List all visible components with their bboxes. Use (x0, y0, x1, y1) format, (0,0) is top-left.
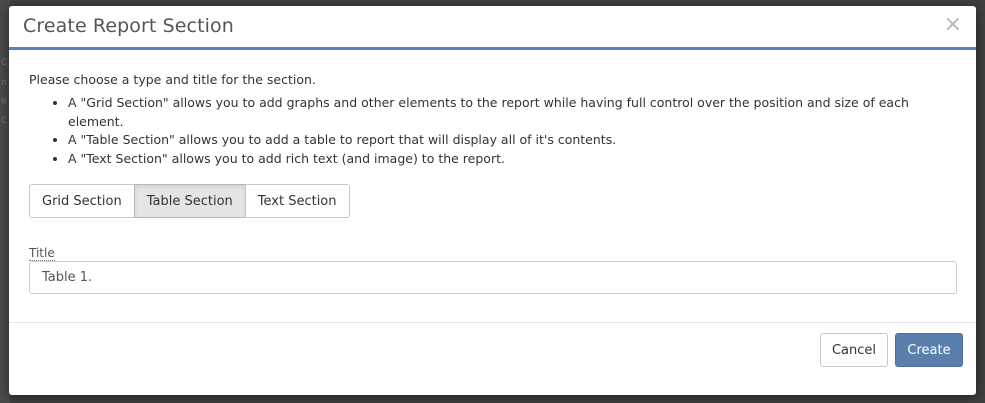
section-type-descriptions: A "Grid Section" allows you to add graph… (29, 94, 956, 168)
background-fragment: C (1, 116, 8, 126)
background-fragment: e (1, 96, 7, 106)
dialog-title: Create Report Section (23, 15, 234, 37)
grid-section-button[interactable]: Grid Section (29, 184, 135, 218)
text-section-description: A "Text Section" allows you to add rich … (68, 150, 956, 169)
create-report-section-dialog: Create Report Section × Please choose a … (9, 6, 976, 395)
dialog-header: Create Report Section × (9, 6, 976, 50)
background-fragment: n (1, 78, 7, 88)
title-label: Title (29, 246, 55, 261)
intro-text: Please choose a type and title for the s… (29, 72, 316, 87)
table-section-button[interactable]: Table Section (133, 184, 246, 218)
grid-section-description: A "Grid Section" allows you to add graph… (68, 94, 956, 131)
cancel-button[interactable]: Cancel (820, 333, 888, 367)
close-icon[interactable]: × (944, 12, 962, 38)
background-fragment: C (1, 58, 8, 68)
text-section-button[interactable]: Text Section (244, 184, 350, 218)
title-input[interactable] (29, 261, 957, 294)
create-button[interactable]: Create (895, 333, 963, 367)
dialog-footer: Cancel Create (9, 323, 976, 395)
dialog-body: Please choose a type and title for the s… (9, 50, 976, 323)
table-section-description: A "Table Section" allows you to add a ta… (68, 131, 956, 150)
section-type-selector: Grid Section Table Section Text Section (29, 184, 350, 218)
